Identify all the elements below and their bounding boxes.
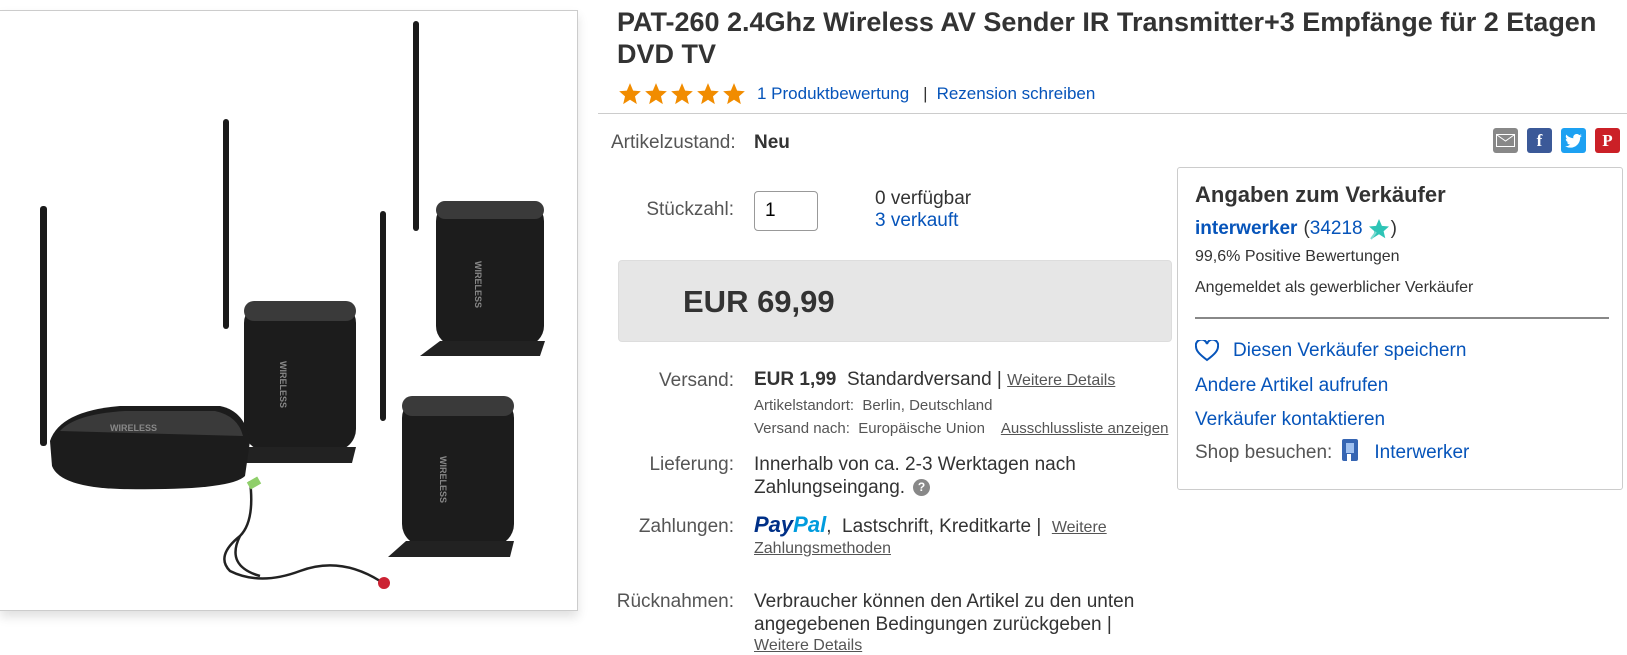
ships-to-value: Europäische Union (858, 420, 985, 437)
item-location: Artikelstandort: Berlin, Deutschland (754, 397, 992, 414)
star-icon (671, 83, 693, 105)
save-seller-link[interactable]: Diesen Verkäufer speichern (1233, 340, 1466, 362)
rating-separator: | (923, 84, 928, 103)
seller-type: Angemeldet als gewerblicher Verkäufer (1195, 279, 1474, 296)
ships-to: Versand nach: Europäische Union Ausschlu… (754, 420, 1168, 437)
seller-heading: Angaben zum Verkäufer (1195, 182, 1446, 207)
seller-feedback: 99,6% Positive Bewertungen (1195, 248, 1400, 265)
score-close: ) (1390, 218, 1397, 239)
ships-to-label: Versand nach: (754, 420, 850, 437)
returns-label: Rücknahmen: (616, 591, 734, 612)
delivery-line-2-row: Zahlungseingang. ? (754, 476, 931, 499)
device-label-4: WIRELESS (438, 456, 448, 503)
pinterest-icon[interactable]: P (1595, 128, 1620, 153)
rating-stars[interactable] (617, 81, 747, 107)
shipping-details-link[interactable]: Weitere Details (1007, 372, 1115, 389)
device-label-3: WIRELESS (110, 423, 157, 433)
quantity-input[interactable] (754, 191, 818, 231)
heart-icon (1195, 340, 1219, 362)
star-icon (723, 83, 745, 105)
save-seller-row[interactable]: Diesen Verkäufer speichern (1195, 340, 1466, 362)
shipping-cost: EUR 1,99 (754, 369, 837, 390)
returns-line-1: Verbraucher können den Artikel zu den un… (754, 591, 1135, 612)
product-image[interactable]: WIRELESS WIRELESS WIRELESS WIRELESS (0, 10, 578, 611)
quantity-available: 0 verfügbar (875, 188, 972, 209)
contact-seller-link[interactable]: Verkäufer kontaktieren (1195, 409, 1385, 431)
rating-row: 1 Produktbewertung | Rezension schreiben (617, 80, 1095, 108)
returns-details-link[interactable]: Weitere Details (754, 637, 862, 655)
email-icon[interactable] (1493, 128, 1518, 153)
shop-row: Shop besuchen: Interwerker (1195, 439, 1469, 464)
price-value: EUR 69,99 (683, 284, 835, 319)
shop-label: Shop besuchen: (1195, 442, 1333, 463)
returns-line-2: angegebenen Bedingungen zurückgeben | (754, 614, 1112, 635)
other-items-link[interactable]: Andere Artikel aufrufen (1195, 375, 1388, 397)
payments-label: Zahlungen: (638, 516, 734, 537)
device-label-1: WIRELESS (473, 261, 483, 308)
condition-label: Artikelzustand: (611, 132, 736, 153)
payments-line: PayPal, Lastschrift, Kreditkarte | Weite… (754, 513, 1107, 539)
seller-name-link[interactable]: interwerker (1195, 218, 1297, 240)
reviews-link[interactable]: 1 Produktbewertung (757, 84, 909, 104)
device-label-2: WIRELESS (278, 361, 288, 408)
twitter-icon[interactable] (1561, 128, 1586, 153)
shipping-method: Standardversand | (846, 369, 1002, 390)
help-icon[interactable]: ? (913, 479, 931, 496)
seller-divider (1195, 317, 1609, 319)
location-value: Berlin, Deutschland (862, 397, 993, 414)
star-icon (619, 83, 641, 105)
store-icon (1342, 439, 1359, 461)
seller-name-row: interwerker ( 34218 ) (1195, 217, 1397, 241)
paypal-logo: PayPal (754, 512, 827, 537)
shipping-label: Versand: (659, 370, 734, 391)
facebook-icon[interactable]: f (1527, 128, 1552, 153)
more-payments-link-1[interactable]: Weitere (1052, 519, 1107, 536)
title-divider (598, 113, 1627, 114)
shipping-line: EUR 1,99 Standardversand | Weitere Detai… (754, 368, 1115, 392)
quantity-label: Stückzahl: (646, 199, 734, 220)
shop-name-link[interactable]: Interwerker (1374, 442, 1469, 464)
condition-value: Neu (754, 132, 790, 153)
payments-comma: , (826, 516, 832, 537)
star-icon (645, 83, 667, 105)
sold-count-link[interactable]: 3 verkauft (875, 209, 958, 232)
exclusion-list-link[interactable]: Ausschlussliste anzeigen (1001, 420, 1169, 437)
product-title: PAT-260 2.4Ghz Wireless AV Sender IR Tra… (617, 7, 1597, 69)
delivery-line-2: Zahlungseingang. (754, 477, 906, 498)
product-photo-graphic: WIRELESS WIRELESS WIRELESS WIRELESS (40, 21, 545, 589)
delivery-line-1: Innerhalb von ca. 2-3 Werktagen nach (754, 454, 1076, 475)
write-review-link[interactable]: Rezension schreiben (937, 84, 1096, 104)
location-label: Artikelstandort: (754, 397, 855, 414)
payment-methods: Lastschrift, Kreditkarte | (842, 516, 1042, 537)
turquoise-star-icon (1368, 219, 1389, 240)
more-payments-link-2[interactable]: Zahlungsmethoden (754, 540, 891, 558)
seller-score-link[interactable]: 34218 (1310, 218, 1363, 240)
star-icon (697, 83, 719, 105)
delivery-label: Lieferung: (649, 454, 734, 475)
share-icons: f P (1493, 128, 1620, 153)
